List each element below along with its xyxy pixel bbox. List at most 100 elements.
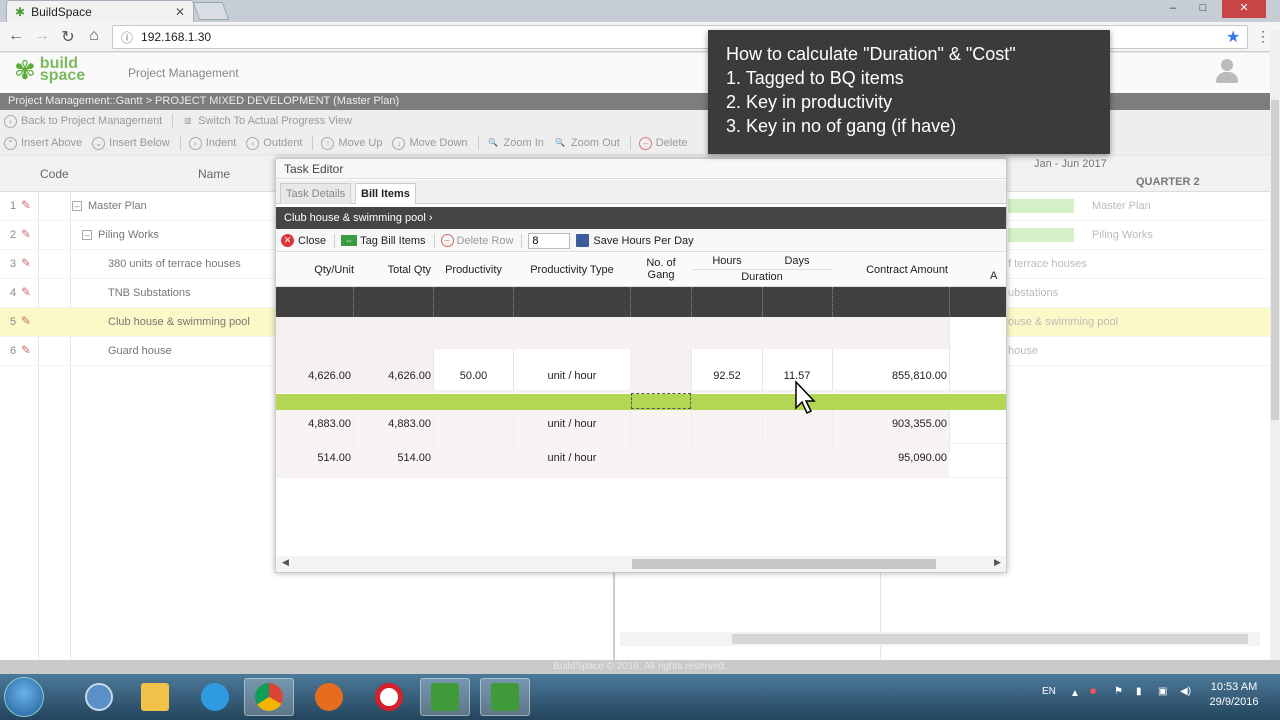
move-up-icon: ↑: [321, 136, 335, 150]
tab-title: BuildSpace: [31, 4, 92, 19]
info-icon[interactable]: ⓘ: [121, 29, 133, 46]
header-productivity-type[interactable]: Productivity Type: [516, 264, 628, 276]
browser-tabstrip: ✱ BuildSpace ✕ – □ ✕: [0, 0, 1280, 22]
zoom-in-button[interactable]: 🔍 Zoom In: [487, 137, 544, 150]
start-button[interactable]: [4, 677, 44, 717]
tray-device-icon[interactable]: ▣: [1158, 686, 1167, 697]
taskbar-app-camtasia-2[interactable]: [480, 678, 530, 716]
edit-pencil-icon[interactable]: ✎: [21, 314, 31, 328]
header-no-of-gang[interactable]: No. of Gang: [632, 257, 690, 281]
tray-network-icon[interactable]: ▮: [1136, 686, 1142, 697]
column-header-code[interactable]: Code: [40, 167, 69, 181]
browser-menu-icon[interactable]: ⋮: [1256, 28, 1270, 45]
buildspace-logo[interactable]: ✾ build space: [14, 55, 90, 85]
task-editor-dialog: Task Editor Task Details Bill Items Club…: [275, 158, 1007, 573]
header-extra[interactable]: A: [990, 270, 997, 282]
indent-button[interactable]: › Indent: [188, 136, 236, 150]
task-bar[interactable]: [1008, 199, 1074, 213]
table-row[interactable]: 4,883.00 4,883.00 unit / hour 903,355.00: [276, 410, 1006, 444]
editor-toolbar: ✕Close ⇔Tag Bill Items –Delete Row Save …: [276, 230, 1006, 252]
header-days[interactable]: Days: [764, 255, 830, 267]
close-tab-icon[interactable]: ✕: [175, 5, 185, 19]
tray-flag-icon[interactable]: ⚑: [1114, 686, 1123, 697]
bill-items-grid: Qty/Unit Total Qty Productivity Producti…: [276, 253, 1006, 553]
scroll-thumb[interactable]: [632, 559, 936, 569]
tray-expand-icon[interactable]: ▲: [1070, 688, 1080, 699]
user-avatar-icon[interactable]: [1214, 59, 1240, 85]
switch-actual-progress-button[interactable]: ▥ Switch To Actual Progress View: [181, 115, 352, 128]
scroll-right-icon[interactable]: ▶: [994, 557, 1001, 568]
close-window-button[interactable]: ✕: [1222, 0, 1266, 18]
new-tab-button[interactable]: [192, 2, 230, 20]
edit-pencil-icon[interactable]: ✎: [21, 285, 31, 299]
collapse-toggle-icon[interactable]: –: [82, 230, 92, 240]
mouse-pointer-icon: [795, 380, 816, 415]
task-bar[interactable]: [1008, 228, 1074, 242]
insert-above-button[interactable]: ⌃ Insert Above: [4, 136, 82, 150]
hours-per-day-input[interactable]: [528, 232, 571, 249]
zoom-in-icon: 🔍: [488, 137, 499, 147]
move-down-button[interactable]: ↓ Move Down: [392, 136, 468, 150]
taskbar-app-chrome[interactable]: [244, 678, 294, 716]
language-indicator[interactable]: EN: [1042, 686, 1056, 697]
system-clock[interactable]: 10:53 AM 29/9/2016: [1204, 680, 1264, 710]
scroll-thumb[interactable]: [1271, 100, 1279, 420]
bookmark-star-icon[interactable]: ★: [1226, 27, 1240, 47]
table-row[interactable]: 514.00 514.00 unit / hour 95,090.00: [276, 444, 1006, 478]
outdent-button[interactable]: ‹ Outdent: [246, 136, 302, 150]
move-up-button[interactable]: ↑ Move Up: [321, 136, 382, 150]
taskbar-app-explorer[interactable]: [130, 678, 180, 716]
save-hours-button[interactable]: Save Hours Per Day: [576, 234, 694, 247]
grid-horizontal-scrollbar[interactable]: ◀ ▶: [276, 556, 1006, 572]
logo-text: build space: [39, 55, 86, 84]
header-contract-amount[interactable]: Contract Amount: [832, 264, 948, 276]
no-of-gang-cell-editor[interactable]: [631, 393, 691, 409]
header-qty-unit[interactable]: Qty/Unit: [296, 264, 354, 276]
opera-icon: [375, 683, 403, 711]
logo-leaf-icon: ✾: [14, 55, 36, 85]
editor-breadcrumb[interactable]: Club house & swimming pool ›: [276, 207, 1006, 229]
page-vertical-scrollbar[interactable]: [1270, 30, 1280, 660]
move-down-icon: ↓: [392, 136, 406, 150]
collapse-toggle-icon[interactable]: –: [72, 201, 82, 211]
header-total-qty[interactable]: Total Qty: [371, 264, 431, 276]
buildspace-favicon-icon: ✱: [15, 4, 26, 19]
delete-circle-icon: –: [440, 234, 454, 247]
taskbar-app-opera[interactable]: [364, 678, 414, 716]
scroll-thumb[interactable]: [732, 634, 1248, 644]
zoom-out-button[interactable]: 🔍 Zoom Out: [554, 137, 619, 150]
edit-pencil-icon[interactable]: ✎: [21, 256, 31, 270]
tab-bill-items[interactable]: Bill Items: [355, 183, 416, 204]
group-header-row[interactable]: [276, 287, 1006, 317]
delete-button[interactable]: – Delete: [638, 136, 688, 150]
edit-pencil-icon[interactable]: ✎: [21, 198, 31, 212]
header-hours[interactable]: Hours: [694, 255, 760, 267]
table-row[interactable]: 4,626.00 4,626.00 50.00 unit / hour 92.5…: [276, 349, 1006, 391]
edit-pencil-icon[interactable]: ✎: [21, 343, 31, 357]
taskbar-app-camtasia-1[interactable]: [420, 678, 470, 716]
back-arrow-icon[interactable]: ←: [6, 27, 26, 45]
home-icon[interactable]: ⌂: [84, 27, 104, 45]
reload-icon[interactable]: ↻: [58, 27, 78, 47]
taskbar-app-firefox[interactable]: [304, 678, 354, 716]
column-header-name[interactable]: Name: [198, 167, 230, 181]
taskbar-app-ie[interactable]: [190, 678, 240, 716]
delete-row-button[interactable]: – Delete Row: [440, 234, 513, 247]
tray-security-icon[interactable]: ■: [1090, 686, 1096, 697]
tag-bill-items-button[interactable]: ⇔ Tag Bill Items: [341, 235, 426, 247]
insert-below-button[interactable]: ⌄ Insert Below: [92, 136, 170, 150]
close-button[interactable]: ✕ Close: [281, 234, 326, 247]
tray-volume-icon[interactable]: ◀): [1180, 686, 1191, 697]
internet-explorer-icon: [201, 683, 229, 711]
gantt-horizontal-scrollbar[interactable]: [620, 632, 1260, 646]
maximize-button[interactable]: □: [1190, 0, 1216, 18]
edit-pencil-icon[interactable]: ✎: [21, 227, 31, 241]
back-to-project-button[interactable]: ‹ Back to Project Management: [4, 114, 162, 128]
browser-tab[interactable]: ✱ BuildSpace ✕: [6, 0, 194, 22]
minimize-button[interactable]: –: [1160, 0, 1186, 18]
header-productivity[interactable]: Productivity: [436, 264, 511, 276]
taskbar-app-ie-settings[interactable]: [74, 678, 124, 716]
tab-task-details[interactable]: Task Details: [280, 183, 352, 204]
scroll-left-icon[interactable]: ◀: [282, 557, 289, 568]
forward-arrow-icon[interactable]: →: [32, 27, 52, 45]
